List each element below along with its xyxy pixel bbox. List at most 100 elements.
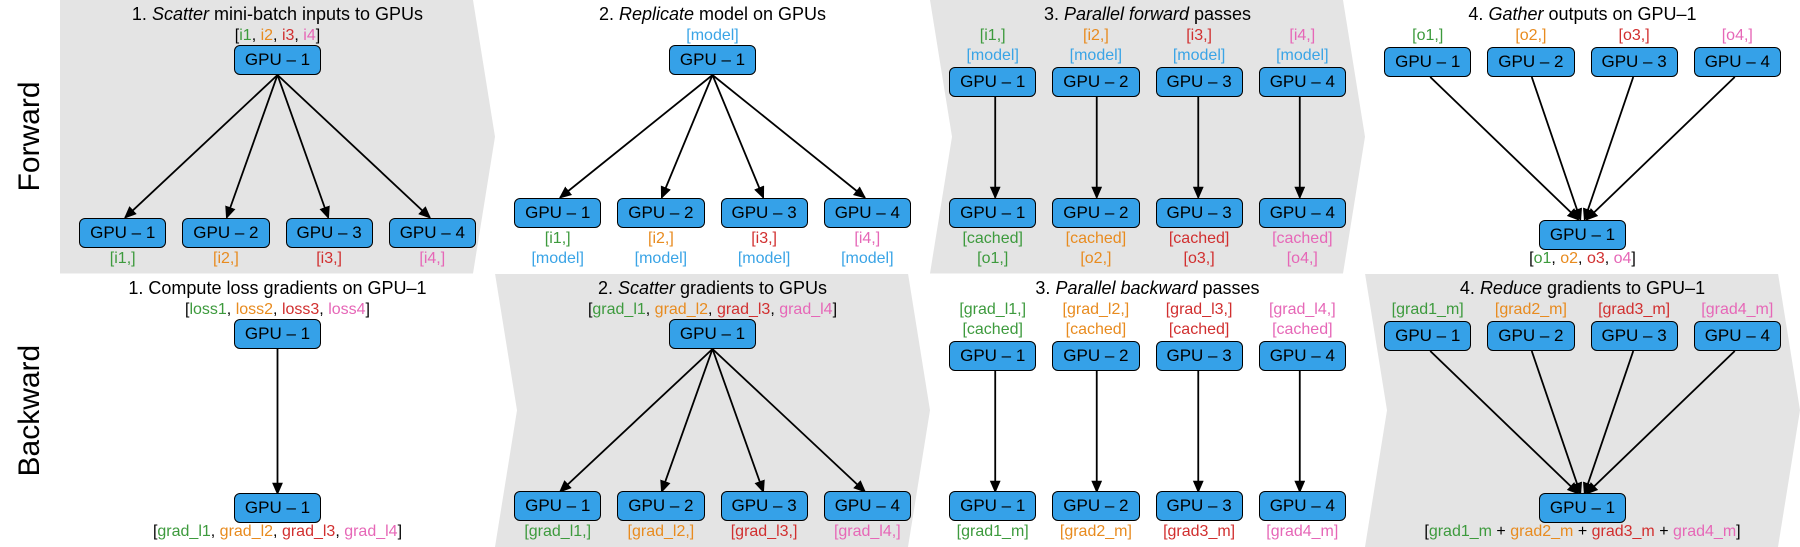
gpu-4: GPU – 4 xyxy=(1259,491,1346,521)
gpu-2: GPU – 2 xyxy=(1052,341,1139,371)
t: 4. xyxy=(1460,278,1480,298)
outputs-label: [o1, o2, o3, o4] xyxy=(1529,250,1636,268)
reduced-grad-label: [grad1_m + grad2_m + grad3_m + grad4_m] xyxy=(1424,523,1740,541)
lbl: [grad_l1,] xyxy=(524,523,591,541)
lbl: [i3,] xyxy=(751,230,777,248)
t: mini-batch inputs to GPUs xyxy=(209,4,423,24)
arrows xyxy=(66,75,489,218)
lbl: [i4,] xyxy=(419,250,445,268)
gpu-2: GPU – 2 xyxy=(1052,491,1139,521)
label-forward: Forward xyxy=(0,0,60,274)
gpu-row-bot: GPU – 1[cached][o1,] GPU – 2[cached][o2,… xyxy=(949,198,1346,268)
lbl: [grad_l1,] xyxy=(959,301,1026,319)
arrows xyxy=(501,349,924,492)
lbl: [o4,] xyxy=(1722,27,1753,45)
t: Parallel forward xyxy=(1064,4,1189,24)
lbl: [grad_l3,] xyxy=(731,523,798,541)
t: model on GPUs xyxy=(694,4,826,24)
gpu-1: GPU – 1 xyxy=(949,198,1036,228)
lbl: [grad1_m] xyxy=(1392,301,1464,319)
lbl: [model] xyxy=(635,250,687,268)
gpu-3: GPU – 3 xyxy=(1156,198,1243,228)
gpu-2: GPU – 2 xyxy=(1052,67,1139,97)
panel-title: 3. Parallel forward passes xyxy=(1044,4,1251,25)
panel-title: 4. Reduce gradients to GPU–1 xyxy=(1460,278,1705,299)
lbl: [grad_l4,] xyxy=(834,523,901,541)
gpu-1: GPU – 1 xyxy=(234,319,321,349)
gpu-row-top: [grad_l1,][cached]GPU – 1 [grad_l2,][cac… xyxy=(949,301,1346,371)
inputs-label: [i1, i2, i3, i4] xyxy=(235,27,320,45)
fwd-panel-1: 1. Scatter mini-batch inputs to GPUs [i1… xyxy=(60,0,495,274)
gpu-3: GPU – 3 xyxy=(721,198,808,228)
arrows xyxy=(1371,351,1794,494)
gpu-row-top: [grad1_m]GPU – 1 [grad2_m]GPU – 2 [grad3… xyxy=(1384,301,1781,351)
gpu-1: GPU – 1 xyxy=(514,198,601,228)
panel-title: 4. Gather outputs on GPU–1 xyxy=(1468,4,1696,25)
lbl: [i2,] xyxy=(648,230,674,248)
gpu-2: GPU – 2 xyxy=(1487,47,1574,77)
panel-title: 1. Compute loss gradients on GPU–1 xyxy=(128,278,426,299)
gpu-4: GPU – 4 xyxy=(1259,67,1346,97)
lbl: [i2,] xyxy=(1083,27,1109,45)
lbl: [grad_l3,] xyxy=(1166,301,1233,319)
gpu-row-top: [o1,]GPU – 1 [o2,]GPU – 2 [o3,]GPU – 3 [… xyxy=(1384,27,1781,77)
gpu-1: GPU – 1 xyxy=(949,491,1036,521)
gpu-1: GPU – 1 xyxy=(669,45,756,75)
lbl: [i3,] xyxy=(1186,27,1212,45)
arrows xyxy=(936,371,1359,492)
t: passes xyxy=(1198,278,1260,298)
backward-row: 1. Compute loss gradients on GPU–1 [loss… xyxy=(60,274,1800,547)
t: 1. xyxy=(132,4,152,24)
gpu-3: GPU – 3 xyxy=(1156,491,1243,521)
t: gradients to GPUs xyxy=(675,278,827,298)
fwd-panel-2: 2. Replicate model on GPUs [model] GPU –… xyxy=(495,0,930,274)
gpu-1: GPU – 1 xyxy=(514,491,601,521)
bwd-panel-3: 3. Parallel backward passes [grad_l1,][c… xyxy=(930,274,1365,547)
gpu-4: GPU – 4 xyxy=(389,218,476,248)
top-block: [loss1, loss2, loss3, loss4] GPU – 1 xyxy=(66,301,489,349)
lbl: [o4,] xyxy=(1287,250,1318,268)
lbl: [i3,] xyxy=(316,250,342,268)
gpu-2: GPU – 2 xyxy=(617,491,704,521)
top-block: [grad_l1, grad_l2, grad_l3, grad_l4] GPU… xyxy=(501,301,924,349)
arrows xyxy=(936,97,1359,198)
grad-label: [grad_l1, grad_l2, grad_l3, grad_l4] xyxy=(153,523,402,541)
t: Reduce xyxy=(1480,278,1542,298)
lbl: [grad4_m] xyxy=(1266,523,1338,541)
lbl: [grad_l4,] xyxy=(1269,301,1336,319)
t: 2. xyxy=(599,4,619,24)
gpu-1: GPU – 1 xyxy=(79,218,166,248)
arrows xyxy=(501,75,924,198)
bwd-panel-2: 2. Scatter gradients to GPUs [grad_l1, g… xyxy=(495,274,930,547)
gpu-3: GPU – 3 xyxy=(1156,67,1243,97)
lbl: [o1,] xyxy=(1412,27,1443,45)
t: gradients to GPU–1 xyxy=(1542,278,1705,298)
lbl: [model] xyxy=(1276,47,1328,65)
gpu-3: GPU – 3 xyxy=(1591,321,1678,351)
lbl: [cached] xyxy=(1169,230,1229,248)
lbl: [i1,] xyxy=(980,27,1006,45)
top-block: [grad_l1,][cached]GPU – 1 [grad_l2,][cac… xyxy=(936,301,1359,371)
gpu-4: GPU – 4 xyxy=(824,198,911,228)
rows: 1. Scatter mini-batch inputs to GPUs [i1… xyxy=(60,0,1800,547)
label-backward: Backward xyxy=(0,274,60,547)
fwd-panel-4: 4. Gather outputs on GPU–1 [o1,]GPU – 1 … xyxy=(1365,0,1800,274)
gpu-1: GPU – 1 xyxy=(949,341,1036,371)
panel-title: 2. Scatter gradients to GPUs xyxy=(598,278,827,299)
gpu-4: GPU – 4 xyxy=(1259,198,1346,228)
lbl: [o3,] xyxy=(1619,27,1650,45)
arrows xyxy=(66,349,489,494)
gpu-3: GPU – 3 xyxy=(1156,341,1243,371)
top-block: [model] GPU – 1 xyxy=(501,27,924,75)
row-labels: Forward Backward xyxy=(0,0,60,547)
bot-block: GPU – 1 [grad1_m + grad2_m + grad3_m + g… xyxy=(1371,493,1794,541)
forward-row: 1. Scatter mini-batch inputs to GPUs [i1… xyxy=(60,0,1800,274)
bot-block: GPU – 1[grad1_m] GPU – 2[grad2_m] GPU – … xyxy=(936,491,1359,541)
gpu-4: GPU – 4 xyxy=(1694,47,1781,77)
t: Gather xyxy=(1488,4,1543,24)
lbl: [o1,] xyxy=(977,250,1008,268)
lbl: [grad2_m] xyxy=(1495,301,1567,319)
lbl: [i4,] xyxy=(1289,27,1315,45)
lbl: [model] xyxy=(841,250,893,268)
t: 3. xyxy=(1035,278,1055,298)
